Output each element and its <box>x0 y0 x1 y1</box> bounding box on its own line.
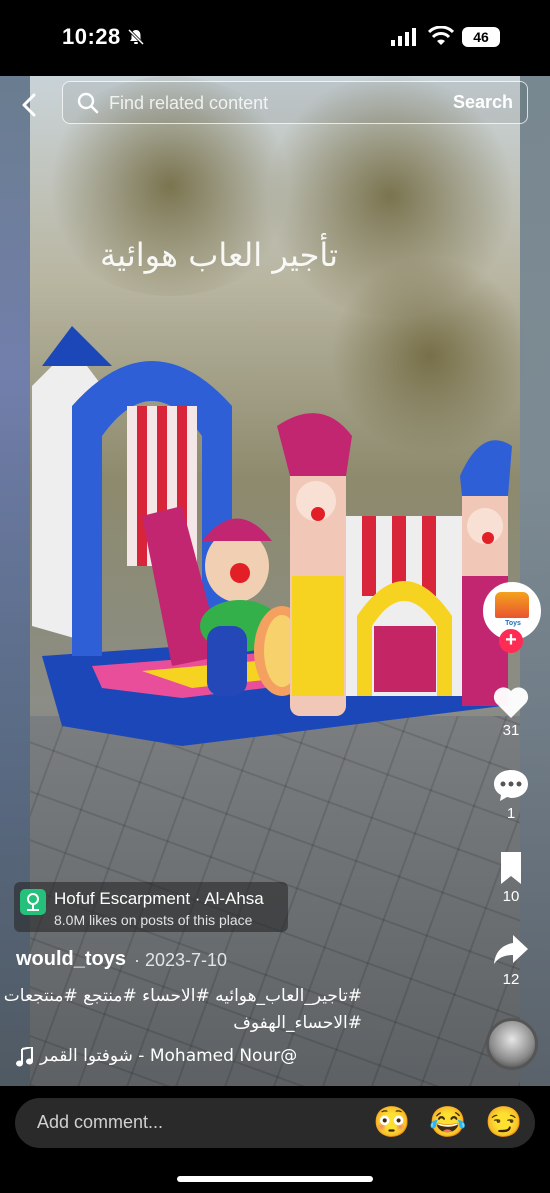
comment-count: 1 <box>506 805 516 822</box>
save-count: 10 <box>502 888 520 905</box>
back-arrow-icon[interactable] <box>18 92 42 118</box>
cellular-signal-icon <box>391 28 416 46</box>
comment-bubble-icon[interactable] <box>492 767 530 803</box>
search-button[interactable]: Search <box>453 92 513 113</box>
search-input[interactable]: Find related content Search <box>62 81 528 124</box>
emoji-flushed[interactable]: 😳 <box>373 1106 410 1140</box>
emoji-smirk[interactable]: 😏 <box>485 1106 522 1140</box>
emoji-laughing[interactable]: 😂 <box>429 1106 466 1140</box>
caption-line-1[interactable]: #تاجير_العاب_هوائيه #الاحساء #منتجع #منت… <box>4 986 362 1006</box>
share-arrow-icon[interactable] <box>492 931 530 967</box>
comment-input[interactable]: Add comment... 😳 😂 😏 <box>15 1098 535 1148</box>
music-title[interactable]: شوفتوا القمر - Mohamed Nour@ <box>40 1046 297 1066</box>
bookmark-icon[interactable] <box>492 850 530 886</box>
status-time: 10:28 <box>62 24 121 49</box>
video-player[interactable]: تأجير العاب هوائية <box>0 76 550 1086</box>
location-likes-text: 8.0M likes on posts of this place <box>54 912 253 928</box>
creator-username[interactable]: would_toys <box>16 948 126 971</box>
wifi-icon <box>428 26 454 45</box>
location-name: Hofuf Escarpment · Al-Ahsa <box>54 889 264 908</box>
avatar-logo-image <box>495 592 529 618</box>
battery-indicator: 46 <box>462 27 500 47</box>
blur-edge-left <box>0 76 30 1086</box>
follow-button[interactable]: + <box>499 629 523 653</box>
caption-line-2[interactable]: #الاحساء_الهفوف <box>233 1013 362 1033</box>
avatar-logo-caption: Toys <box>505 620 521 627</box>
video-overlay-text: تأجير العاب هوائية <box>100 236 339 274</box>
music-note-icon <box>16 1047 33 1067</box>
comment-placeholder: Add comment... <box>37 1112 164 1132</box>
home-indicator <box>177 1176 373 1182</box>
like-count: 31 <box>502 722 520 739</box>
search-icon <box>77 92 99 114</box>
bell-off-icon <box>127 28 145 46</box>
music-disc-avatar[interactable] <box>486 1018 538 1070</box>
inflatable-castle-image <box>32 326 512 746</box>
post-date: · 2023-7-10 <box>134 950 228 970</box>
like-heart-icon[interactable] <box>492 684 530 720</box>
status-bar: 10:28 46 <box>0 0 550 76</box>
share-count: 12 <box>502 971 520 988</box>
location-pin-icon <box>20 889 46 915</box>
search-placeholder: Find related content <box>109 93 269 113</box>
location-tag[interactable]: Hofuf Escarpment · Al-Ahsa 8.0M likes on… <box>14 882 288 932</box>
